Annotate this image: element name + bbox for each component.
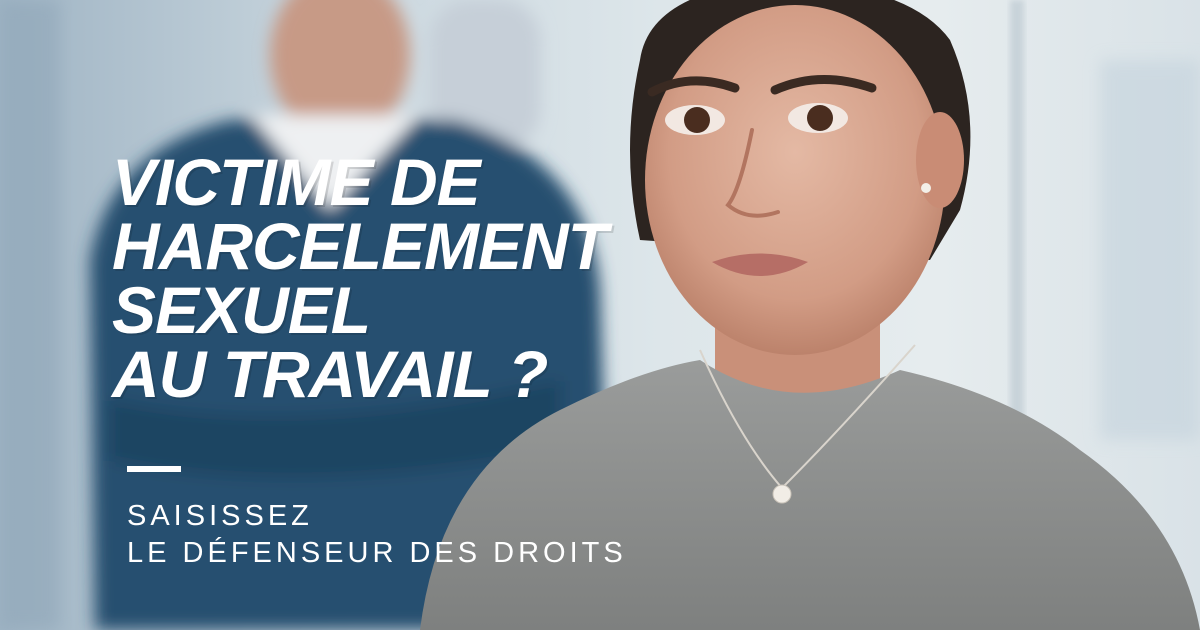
woman-face — [645, 5, 945, 355]
left-iris — [684, 107, 710, 133]
headline: VICTIME DE HARCELEMENT SEXUEL AU TRAVAIL… — [112, 145, 608, 411]
divider-bar — [127, 466, 181, 472]
headline-line-4: AU TRAVAIL ? — [112, 337, 548, 411]
cta-line-2: LE DÉFENSEUR DES DROITS — [127, 537, 627, 569]
headline-line-1: VICTIME DE — [112, 145, 481, 219]
headline-line-2: HARCELEMENT — [112, 209, 608, 283]
background-column — [0, 0, 60, 630]
earring — [921, 183, 931, 193]
cta-line-1: SAISISSEZ — [127, 500, 313, 532]
woman-ear — [916, 112, 964, 208]
background-window — [1100, 60, 1200, 440]
right-iris — [807, 105, 833, 131]
headline-line-3: SEXUEL — [112, 273, 371, 347]
pearl-pendant — [772, 484, 792, 504]
call-to-action: SAISISSEZ LE DÉFENSEUR DES DROITS — [127, 498, 627, 572]
